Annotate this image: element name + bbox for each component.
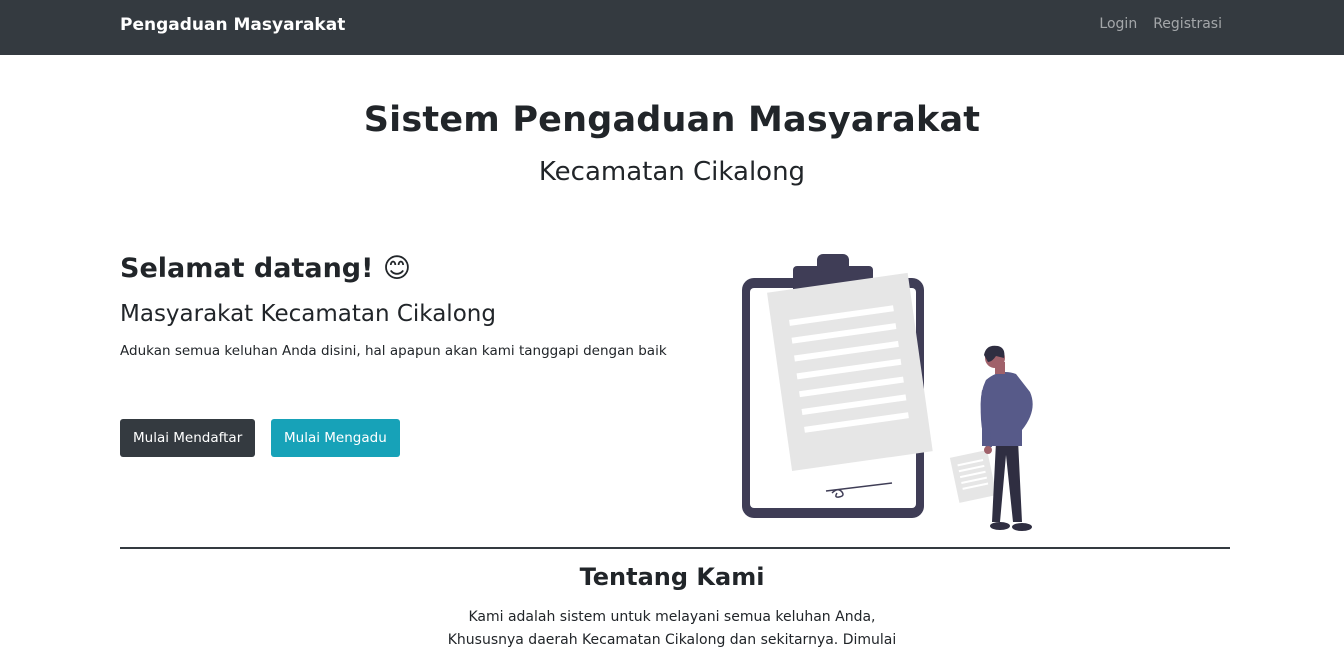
brand-link[interactable]: Pengaduan Masyarakat — [120, 15, 345, 35]
clipboard-clip-top — [817, 254, 849, 272]
complain-button[interactable]: Mulai Mengadu — [271, 419, 400, 457]
about-text: Kami adalah sistem untuk melayani semua … — [0, 606, 1344, 652]
welcome-description: Adukan semua keluhan Anda disini, hal ap… — [120, 343, 667, 359]
nav-register-link[interactable]: Registrasi — [1153, 16, 1222, 32]
about-line-1: Kami adalah sistem untuk melayani semua … — [468, 609, 876, 625]
loose-paper — [949, 449, 997, 503]
nav-login-link[interactable]: Login — [1099, 16, 1137, 32]
clipboard-person-illustration-icon — [742, 254, 1033, 531]
navbar: Pengaduan Masyarakat Login Registrasi — [0, 0, 1344, 55]
page-subtitle: Kecamatan Cikalong — [538, 157, 806, 187]
welcome-heading: Selamat datang! 😊 — [120, 253, 411, 284]
tilted-sheet — [767, 272, 933, 471]
section-divider — [120, 547, 1230, 549]
nav-links: Login Registrasi — [1099, 16, 1222, 32]
about-title: Tentang Kami — [579, 563, 765, 591]
about-line-2: Khususnya daerah Kecamatan Cikalong dan … — [447, 632, 897, 648]
person-figure — [980, 345, 1033, 531]
register-button[interactable]: Mulai Mendaftar — [120, 419, 256, 457]
page-title: Sistem Pengaduan Masyarakat — [363, 100, 981, 140]
welcome-target: Masyarakat Kecamatan Cikalong — [120, 301, 496, 327]
